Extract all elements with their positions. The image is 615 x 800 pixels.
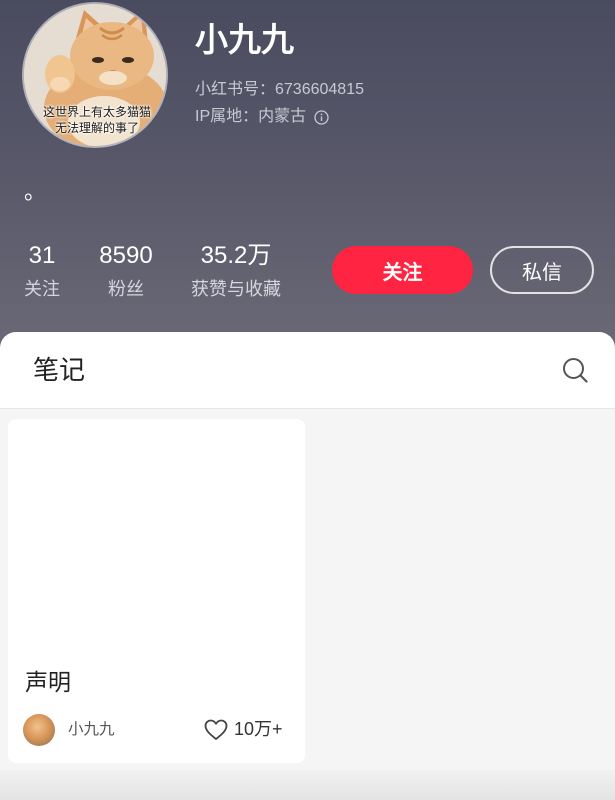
note-like-count: 10万+	[234, 719, 283, 739]
search-icon[interactable]	[561, 356, 589, 384]
stat-likes-collects-label: 获赞与收藏	[191, 279, 281, 299]
ip-location-row: IP属地：内蒙古	[195, 108, 329, 126]
avatar-caption-line-1: 这世界上有太多猫猫	[42, 105, 151, 119]
ip-location-text: IP属地：内蒙古	[195, 108, 307, 125]
heart-icon[interactable]	[203, 717, 229, 743]
follow-button[interactable]: 关注	[332, 246, 473, 294]
stat-following-value: 31	[28, 242, 56, 269]
message-button[interactable]: 私信	[490, 246, 594, 294]
tab-notes[interactable]: 笔记	[33, 356, 85, 384]
stat-followers[interactable]: 8590 粉丝	[91, 242, 161, 300]
stat-following-label: 关注	[24, 279, 60, 299]
stat-likes-collects-value: 35.2万	[200, 242, 272, 269]
stat-following[interactable]: 31 关注	[12, 242, 72, 300]
note-title: 声明	[25, 669, 71, 695]
account-id: 小红书号：6736604815	[195, 81, 364, 98]
note-card[interactable]: 声明 小九九 10万+	[8, 419, 305, 763]
profile-avatar[interactable]: 这世界上有太多猫猫 无法理解的事了	[24, 4, 166, 146]
notes-feed: 声明 小九九 10万+	[0, 409, 615, 800]
profile-bio: 。	[24, 179, 47, 204]
profile-header: 这世界上有太多猫猫 无法理解的事了 小九九 小红书号：6736604815 IP…	[0, 0, 615, 350]
info-icon[interactable]	[314, 109, 329, 125]
note-author-avatar[interactable]	[23, 714, 55, 746]
avatar-caption-line-2: 无法理解的事了	[54, 121, 139, 135]
tab-bar: 笔记	[0, 332, 615, 409]
profile-name: 小九九	[195, 21, 294, 58]
note-author-name[interactable]: 小九九	[68, 721, 115, 739]
stat-likes-collects[interactable]: 35.2万 获赞与收藏	[181, 242, 291, 300]
stat-followers-label: 粉丝	[108, 279, 144, 299]
stat-followers-value: 8590	[99, 242, 153, 269]
bottom-edge	[0, 770, 615, 800]
